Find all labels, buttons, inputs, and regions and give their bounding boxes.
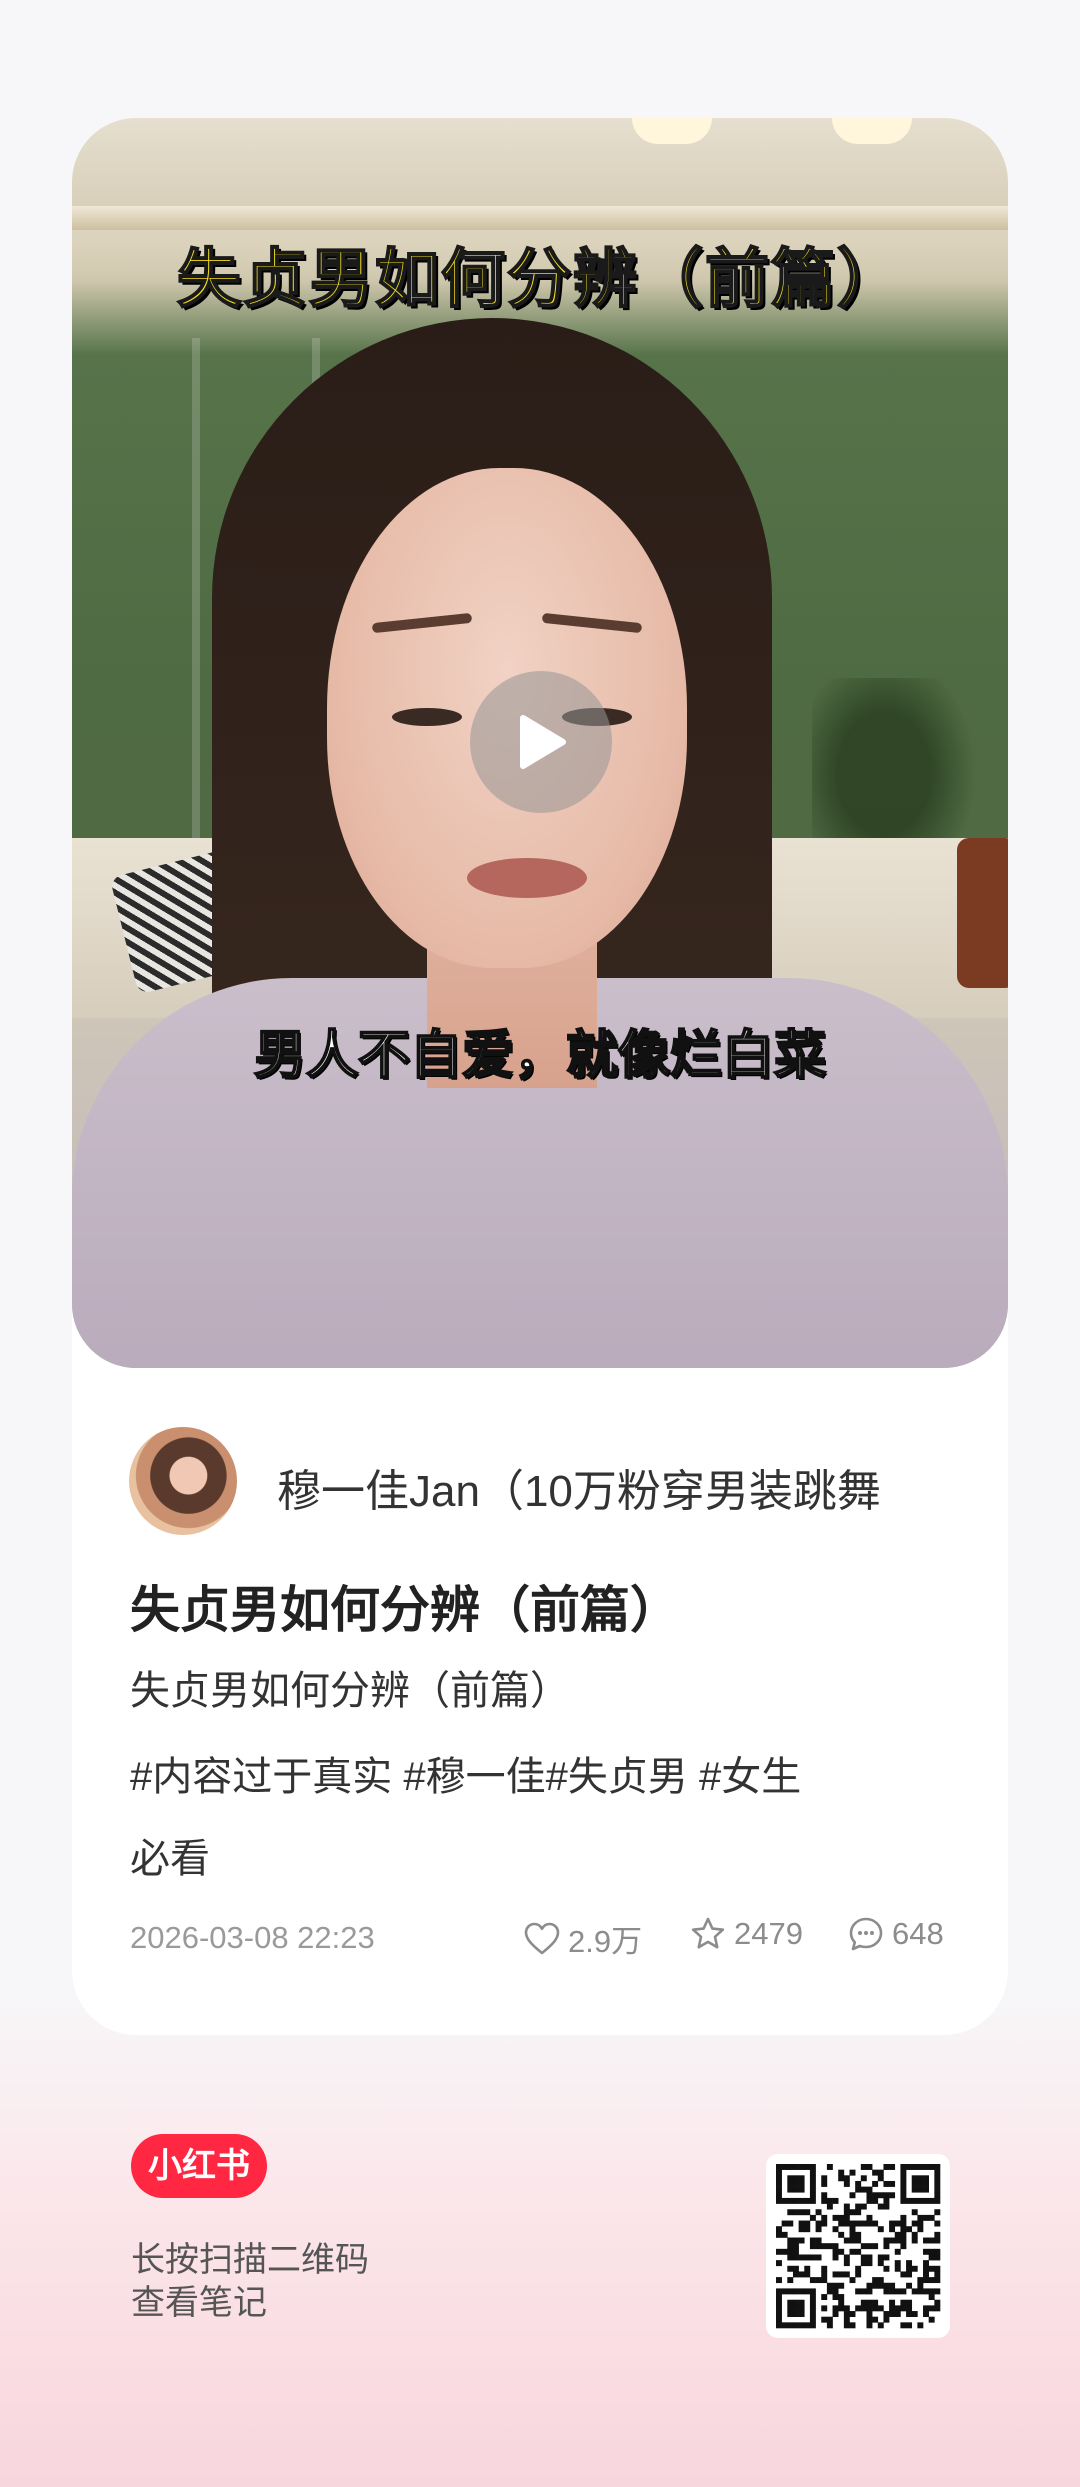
author-name[interactable]: 穆一佳Jan（10万粉穿男装跳舞 (277, 1455, 881, 1519)
qr-code[interactable] (766, 2154, 950, 2338)
post-tags-line[interactable]: #内容过于真实 #穆一佳#失贞男 #女生 (130, 1736, 1008, 1818)
post-tags: #内容过于真实 #穆一佳#失贞男 #女生 必看 (130, 1736, 1008, 1900)
post-date: 2026-03-08 22:23 (130, 1920, 375, 1955)
video-person-eye (392, 708, 462, 726)
note-card: 失贞男如何分辨（前篇） 男人不自爱，就像烂白菜 穆一佳Jan（10万粉穿男装跳舞… (72, 118, 1008, 2035)
video-title-overlay: 失贞男如何分辨（前篇） (176, 242, 903, 318)
play-icon (520, 715, 566, 769)
video-subtitle-overlay: 男人不自爱，就像烂白菜 (253, 1025, 827, 1087)
comment-icon (849, 1917, 883, 1951)
likes-count: 2.9万 (568, 1924, 643, 1959)
favorites-count: 2479 (734, 1916, 803, 1951)
post-title: 失贞男如何分辨（前篇） (130, 1582, 680, 1638)
likes-stat[interactable]: 2.9万 (524, 1916, 642, 1961)
favorites-stat[interactable]: 2479 (690, 1916, 803, 1952)
post-description: 失贞男如何分辨（前篇） (130, 1669, 570, 1713)
video-bg-pillow (957, 838, 1008, 988)
scan-instruction: 查看笔记 (131, 2284, 267, 2322)
video-thumbnail[interactable]: 失贞男如何分辨（前篇） 男人不自爱，就像烂白菜 (72, 118, 1008, 1368)
comments-count: 648 (892, 1916, 944, 1951)
comments-stat[interactable]: 648 (848, 1916, 944, 1952)
play-button[interactable] (470, 671, 612, 813)
scan-instruction: 长按扫描二维码 (131, 2241, 369, 2279)
star-icon (691, 1917, 725, 1949)
post-tags-line[interactable]: 必看 (130, 1818, 1008, 1900)
avatar[interactable] (129, 1427, 237, 1535)
heart-icon (524, 1922, 560, 1954)
author-row[interactable]: 穆一佳Jan（10万粉穿男装跳舞 (129, 1427, 969, 1537)
video-person-mouth (467, 858, 587, 898)
qr-code-image (776, 2164, 941, 2329)
brand-logo: 小红书 (131, 2134, 267, 2198)
video-bg-molding (72, 206, 1008, 230)
